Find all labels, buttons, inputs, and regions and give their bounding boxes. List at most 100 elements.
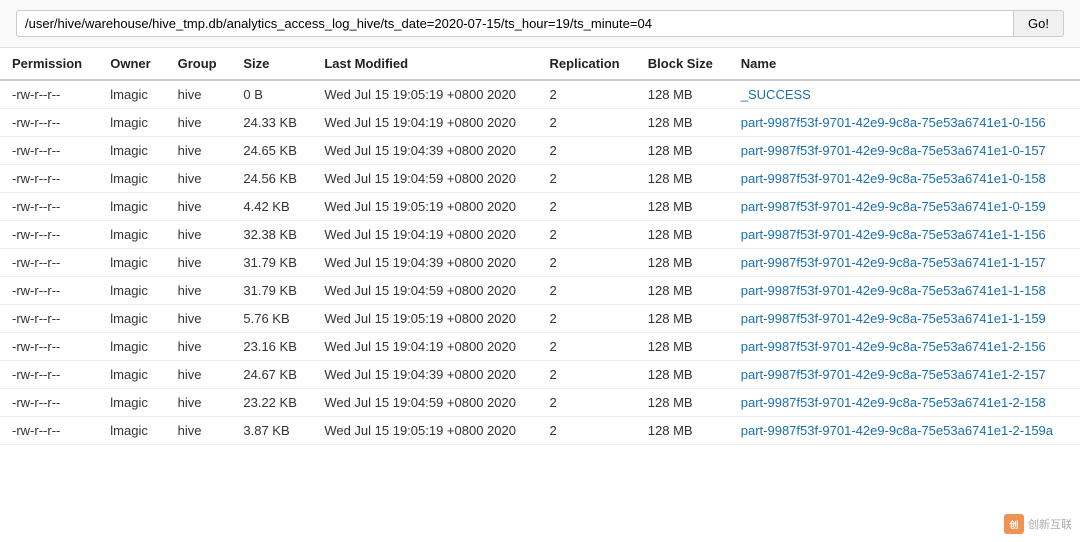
table-row: -rw-r--r--lmagichive0 BWed Jul 15 19:05:… <box>0 80 1080 109</box>
cell-last_modified: Wed Jul 15 19:04:39 +0800 2020 <box>312 361 537 389</box>
cell-permission: -rw-r--r-- <box>0 137 98 165</box>
cell-last_modified: Wed Jul 15 19:04:59 +0800 2020 <box>312 389 537 417</box>
table-body: -rw-r--r--lmagichive0 BWed Jul 15 19:05:… <box>0 80 1080 445</box>
cell-group: hive <box>166 333 232 361</box>
cell-group: hive <box>166 193 232 221</box>
cell-owner: lmagic <box>98 165 165 193</box>
table-row: -rw-r--r--lmagichive24.56 KBWed Jul 15 1… <box>0 165 1080 193</box>
cell-group: hive <box>166 165 232 193</box>
cell-group: hive <box>166 80 232 109</box>
cell-name[interactable]: part-9987f53f-9701-42e9-9c8a-75e53a6741e… <box>729 277 1080 305</box>
cell-owner: lmagic <box>98 249 165 277</box>
file-link[interactable]: part-9987f53f-9701-42e9-9c8a-75e53a6741e… <box>741 255 1046 270</box>
file-link[interactable]: part-9987f53f-9701-42e9-9c8a-75e53a6741e… <box>741 423 1053 438</box>
file-link[interactable]: part-9987f53f-9701-42e9-9c8a-75e53a6741e… <box>741 283 1046 298</box>
table-row: -rw-r--r--lmagichive24.67 KBWed Jul 15 1… <box>0 361 1080 389</box>
file-link[interactable]: part-9987f53f-9701-42e9-9c8a-75e53a6741e… <box>741 227 1046 242</box>
cell-replication: 2 <box>538 137 636 165</box>
cell-last_modified: Wed Jul 15 19:04:59 +0800 2020 <box>312 165 537 193</box>
cell-replication: 2 <box>538 165 636 193</box>
cell-size: 3.87 KB <box>231 417 312 445</box>
cell-owner: lmagic <box>98 361 165 389</box>
path-input[interactable] <box>16 10 1014 37</box>
cell-name[interactable]: _SUCCESS <box>729 80 1080 109</box>
cell-block_size: 128 MB <box>636 361 729 389</box>
cell-name[interactable]: part-9987f53f-9701-42e9-9c8a-75e53a6741e… <box>729 109 1080 137</box>
cell-replication: 2 <box>538 249 636 277</box>
file-link[interactable]: part-9987f53f-9701-42e9-9c8a-75e53a6741e… <box>741 171 1046 186</box>
cell-name[interactable]: part-9987f53f-9701-42e9-9c8a-75e53a6741e… <box>729 361 1080 389</box>
file-link[interactable]: part-9987f53f-9701-42e9-9c8a-75e53a6741e… <box>741 143 1046 158</box>
cell-name[interactable]: part-9987f53f-9701-42e9-9c8a-75e53a6741e… <box>729 165 1080 193</box>
cell-permission: -rw-r--r-- <box>0 277 98 305</box>
file-link[interactable]: part-9987f53f-9701-42e9-9c8a-75e53a6741e… <box>741 311 1046 326</box>
cell-group: hive <box>166 277 232 305</box>
cell-group: hive <box>166 137 232 165</box>
cell-owner: lmagic <box>98 277 165 305</box>
cell-permission: -rw-r--r-- <box>0 193 98 221</box>
cell-block_size: 128 MB <box>636 80 729 109</box>
cell-name[interactable]: part-9987f53f-9701-42e9-9c8a-75e53a6741e… <box>729 249 1080 277</box>
cell-size: 0 B <box>231 80 312 109</box>
cell-block_size: 128 MB <box>636 389 729 417</box>
cell-owner: lmagic <box>98 305 165 333</box>
cell-last_modified: Wed Jul 15 19:04:39 +0800 2020 <box>312 249 537 277</box>
cell-block_size: 128 MB <box>636 417 729 445</box>
col-size: Size <box>231 48 312 80</box>
file-table: Permission Owner Group Size Last Modifie… <box>0 48 1080 445</box>
cell-block_size: 128 MB <box>636 137 729 165</box>
cell-group: hive <box>166 417 232 445</box>
cell-last_modified: Wed Jul 15 19:04:59 +0800 2020 <box>312 277 537 305</box>
cell-name[interactable]: part-9987f53f-9701-42e9-9c8a-75e53a6741e… <box>729 417 1080 445</box>
cell-replication: 2 <box>538 361 636 389</box>
table-row: -rw-r--r--lmagichive24.33 KBWed Jul 15 1… <box>0 109 1080 137</box>
file-link[interactable]: part-9987f53f-9701-42e9-9c8a-75e53a6741e… <box>741 339 1046 354</box>
cell-permission: -rw-r--r-- <box>0 80 98 109</box>
file-link[interactable]: part-9987f53f-9701-42e9-9c8a-75e53a6741e… <box>741 115 1046 130</box>
cell-last_modified: Wed Jul 15 19:05:19 +0800 2020 <box>312 193 537 221</box>
cell-size: 23.16 KB <box>231 333 312 361</box>
file-link[interactable]: part-9987f53f-9701-42e9-9c8a-75e53a6741e… <box>741 367 1046 382</box>
go-button[interactable]: Go! <box>1014 10 1064 37</box>
cell-owner: lmagic <box>98 221 165 249</box>
cell-permission: -rw-r--r-- <box>0 305 98 333</box>
table-row: -rw-r--r--lmagichive4.42 KBWed Jul 15 19… <box>0 193 1080 221</box>
col-group: Group <box>166 48 232 80</box>
col-owner: Owner <box>98 48 165 80</box>
cell-name[interactable]: part-9987f53f-9701-42e9-9c8a-75e53a6741e… <box>729 221 1080 249</box>
table-row: -rw-r--r--lmagichive23.22 KBWed Jul 15 1… <box>0 389 1080 417</box>
cell-replication: 2 <box>538 109 636 137</box>
cell-block_size: 128 MB <box>636 277 729 305</box>
cell-name[interactable]: part-9987f53f-9701-42e9-9c8a-75e53a6741e… <box>729 305 1080 333</box>
file-link[interactable]: part-9987f53f-9701-42e9-9c8a-75e53a6741e… <box>741 199 1046 214</box>
table-row: -rw-r--r--lmagichive3.87 KBWed Jul 15 19… <box>0 417 1080 445</box>
cell-owner: lmagic <box>98 417 165 445</box>
top-bar: Go! <box>0 0 1080 48</box>
cell-last_modified: Wed Jul 15 19:05:19 +0800 2020 <box>312 80 537 109</box>
cell-permission: -rw-r--r-- <box>0 417 98 445</box>
cell-name[interactable]: part-9987f53f-9701-42e9-9c8a-75e53a6741e… <box>729 389 1080 417</box>
cell-last_modified: Wed Jul 15 19:04:19 +0800 2020 <box>312 333 537 361</box>
table-header: Permission Owner Group Size Last Modifie… <box>0 48 1080 80</box>
col-name: Name <box>729 48 1080 80</box>
cell-name[interactable]: part-9987f53f-9701-42e9-9c8a-75e53a6741e… <box>729 193 1080 221</box>
cell-name[interactable]: part-9987f53f-9701-42e9-9c8a-75e53a6741e… <box>729 333 1080 361</box>
cell-permission: -rw-r--r-- <box>0 333 98 361</box>
file-link[interactable]: part-9987f53f-9701-42e9-9c8a-75e53a6741e… <box>741 395 1046 410</box>
cell-replication: 2 <box>538 221 636 249</box>
file-link[interactable]: _SUCCESS <box>741 87 811 102</box>
cell-name[interactable]: part-9987f53f-9701-42e9-9c8a-75e53a6741e… <box>729 137 1080 165</box>
cell-size: 31.79 KB <box>231 277 312 305</box>
cell-owner: lmagic <box>98 389 165 417</box>
cell-size: 23.22 KB <box>231 389 312 417</box>
cell-block_size: 128 MB <box>636 221 729 249</box>
cell-replication: 2 <box>538 80 636 109</box>
cell-replication: 2 <box>538 277 636 305</box>
cell-last_modified: Wed Jul 15 19:04:19 +0800 2020 <box>312 109 537 137</box>
cell-group: hive <box>166 249 232 277</box>
cell-size: 5.76 KB <box>231 305 312 333</box>
cell-block_size: 128 MB <box>636 333 729 361</box>
cell-size: 24.56 KB <box>231 165 312 193</box>
cell-replication: 2 <box>538 389 636 417</box>
col-last-modified: Last Modified <box>312 48 537 80</box>
